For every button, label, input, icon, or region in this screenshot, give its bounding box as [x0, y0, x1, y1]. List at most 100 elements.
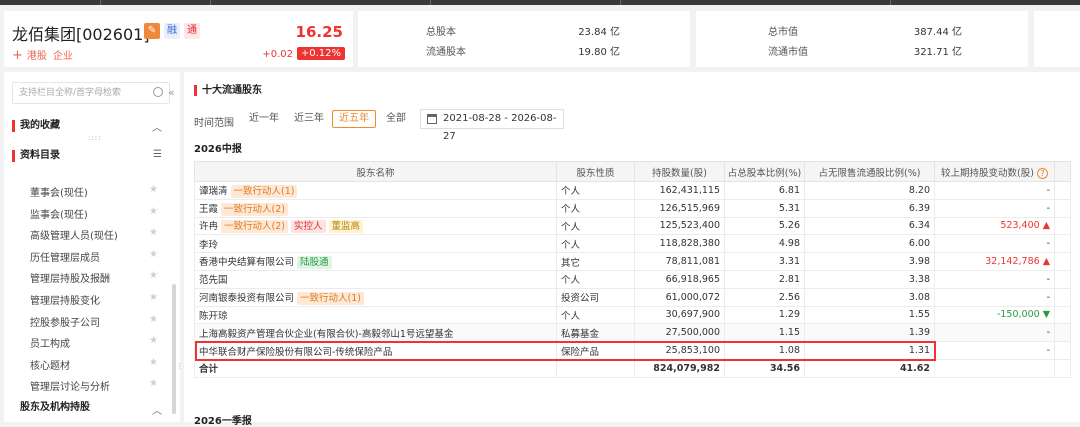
holder-name[interactable]: 上海高毅资产管理合伙企业(有限合伙)-高毅邻山1号远望基金 — [199, 329, 453, 340]
total-shares-value: 23.84 亿 — [578, 27, 620, 38]
star-icon[interactable]: ★ — [149, 227, 158, 238]
chevron-up-icon[interactable]: ︿ — [152, 402, 162, 417]
holder-name-cell: 李玲 — [194, 234, 557, 254]
change-value: 32,142,786 — [985, 256, 1040, 268]
table-row[interactable]: 范先国 个人 66,918,965 2.81 3.38 - — [194, 269, 1071, 289]
float-cap-value: 321.71 亿 — [913, 47, 962, 58]
shares-cell: 61,000,072 — [634, 287, 725, 307]
range-all-button[interactable]: 全部 — [379, 110, 413, 128]
price-change: +0.02 — [262, 49, 293, 60]
stock-card: 龙佰集团[002601] ✎ 融 通 16.25 + 港股 企业 +0.02 +0.… — [4, 11, 353, 67]
arrow-up-icon: ▲ — [1039, 256, 1050, 268]
type-tag[interactable]: 企业 — [53, 51, 73, 62]
table-row[interactable]: 上海高毅资产管理合伙企业(有限合伙)-高毅邻山1号远望基金 私募基金 27,500,… — [194, 323, 1071, 343]
favorites-section[interactable]: 我的收藏 — [12, 120, 60, 132]
chevron-up-icon[interactable]: ︿ — [152, 119, 162, 134]
float-cap-label: 流通市值 — [768, 47, 808, 58]
change-cell: - — [934, 323, 1055, 343]
holder-name[interactable]: 香港中央结算有限公司 — [199, 257, 294, 268]
table-row[interactable]: 陈开琼 个人 30,697,900 1.29 1.55 -150,000 ▼ — [194, 305, 1071, 325]
change-cell: - — [934, 269, 1055, 289]
holder-tag: 一致行动人(1) — [297, 291, 364, 305]
main-panel: 十大流通股东 时间范围 近一年 近三年 近五年 全部 2021-08-28 - … — [184, 72, 1080, 427]
sidebar-item[interactable]: 董事会(现任) — [30, 184, 88, 199]
sidebar-item[interactable]: 管理层持股及报酬 — [30, 270, 110, 285]
shares-cell: 126,515,969 — [634, 198, 725, 218]
col-shares[interactable]: 持股数量(股) — [634, 161, 725, 182]
pct-float-cell: 6.00 — [804, 234, 935, 254]
sidebar-item[interactable]: 管理层讨论与分析 — [30, 378, 110, 393]
shares-cell: 118,828,380 — [634, 234, 725, 254]
holder-name[interactable]: 范先国 — [199, 275, 228, 286]
collapse-sidebar-icon[interactable]: « — [168, 86, 175, 99]
star-icon[interactable]: ★ — [149, 206, 158, 217]
range-3y-button[interactable]: 近三年 — [287, 110, 331, 128]
star-icon[interactable]: ★ — [149, 249, 158, 260]
holder-name-cell: 王霞 一致行动人(2) — [194, 198, 557, 218]
catalog-section[interactable]: 资料目录 — [12, 150, 60, 162]
star-icon[interactable]: ★ — [149, 335, 158, 346]
market-tag[interactable]: 港股 — [27, 51, 47, 62]
add-icon[interactable]: + — [12, 48, 23, 63]
holder-name[interactable]: 王霞 — [199, 204, 218, 215]
help-icon[interactable]: ? — [1036, 167, 1048, 179]
pct-total-cell: 1.15 — [724, 323, 805, 343]
star-icon[interactable]: ★ — [149, 357, 158, 368]
table-row[interactable]: 香港中央结算有限公司 陆股通 其它 78,811,081 3.31 3.98 32,142,… — [194, 252, 1071, 271]
table-row[interactable]: 许冉 一致行动人(2) 实控人 董监高 个人 125,523,400 5.26 6.34 523… — [194, 216, 1071, 236]
edit-icon[interactable]: ✎ — [144, 23, 160, 39]
list-icon[interactable]: ☰ — [153, 149, 162, 160]
overflow-cell — [1054, 198, 1071, 218]
holder-name[interactable]: 谭瑞清 — [199, 186, 228, 197]
holder-name[interactable]: 李玲 — [199, 240, 218, 251]
sidebar-item[interactable]: 控股参股子公司 — [30, 314, 100, 329]
holders-section[interactable]: 股东及机构持股 — [12, 402, 90, 414]
star-icon[interactable]: ★ — [149, 270, 158, 281]
total-shares: 824,079,982 — [634, 358, 725, 378]
holder-name-cell: 上海高毅资产管理合伙企业(有限合伙)-高毅邻山1号远望基金 — [194, 323, 557, 343]
sidebar-item[interactable]: 管理层持股变化 — [30, 292, 100, 307]
range-5y-button[interactable]: 近五年 — [332, 110, 376, 128]
holder-name[interactable]: 陈开琼 — [199, 311, 228, 322]
col-change[interactable]: 较上期持股变动数(股)? — [934, 161, 1055, 182]
sidebar-search-input[interactable]: 支持栏目全称/首字母检索 — [12, 82, 170, 104]
star-icon[interactable]: ★ — [149, 184, 158, 195]
arrow-down-icon: ▼ — [1039, 309, 1050, 321]
total-pct-total: 34.56 — [724, 358, 805, 378]
sidebar-item[interactable]: 历任管理层成员 — [30, 249, 100, 264]
sidebar-scrollbar[interactable] — [172, 284, 176, 414]
sidebar-item[interactable]: 监事会(现任) — [30, 206, 88, 221]
date-range-picker[interactable]: 2021-08-28 - 2026-08-27 — [420, 109, 564, 142]
change-cell: - — [934, 181, 1055, 200]
sidebar-item[interactable]: 高级管理人员(现任) — [30, 227, 118, 242]
holder-name-cell: 范先国 — [194, 269, 557, 289]
holder-nature: 个人 — [556, 305, 635, 325]
holder-name[interactable]: 许冉 — [199, 221, 218, 232]
col-holder-nature[interactable]: 股东性质 — [556, 161, 635, 182]
table-row[interactable]: 李玲 个人 118,828,380 4.98 6.00 - — [194, 234, 1071, 254]
shares-cell: 27,500,000 — [634, 323, 725, 343]
resize-handle-icon[interactable]: ⋮ — [176, 362, 184, 370]
col-holder-name[interactable]: 股东名称 — [194, 161, 557, 182]
overflow-cell — [1054, 323, 1071, 343]
sidebar-item[interactable]: 核心题材 — [30, 357, 70, 372]
col-pct-total[interactable]: 占总股本比例(%) — [724, 161, 805, 182]
sidebar-item[interactable]: 员工构成 — [30, 335, 70, 350]
change-cell: -150,000 ▼ — [934, 305, 1055, 325]
overflow-cell — [1054, 305, 1071, 325]
holder-name[interactable]: 河南银泰投资有限公司 — [199, 293, 294, 304]
star-icon[interactable]: ★ — [149, 292, 158, 303]
search-icon[interactable] — [153, 87, 163, 97]
col-pct-float[interactable]: 占无限售流通股比例(%) — [804, 161, 935, 182]
star-icon[interactable]: ★ — [149, 378, 158, 389]
table-row[interactable]: 河南银泰投资有限公司 一致行动人(1) 投资公司 61,000,072 2.56 3.08… — [194, 287, 1071, 307]
drag-handle-icon[interactable]: :::: — [88, 134, 101, 142]
table-row[interactable]: 谭瑞清 一致行动人(1) 个人 162,431,115 6.81 8.20- — [194, 181, 1071, 200]
shares-cell: 30,697,900 — [634, 305, 725, 325]
star-icon[interactable]: ★ — [149, 314, 158, 325]
table-row[interactable]: 王霞 一致行动人(2) 个人 126,515,969 5.31 6.39- — [194, 198, 1071, 218]
change-value: - — [1046, 202, 1050, 214]
range-1y-button[interactable]: 近一年 — [242, 110, 286, 128]
holder-name-cell: 陈开琼 — [194, 305, 557, 325]
pct-total-cell: 1.29 — [724, 305, 805, 325]
